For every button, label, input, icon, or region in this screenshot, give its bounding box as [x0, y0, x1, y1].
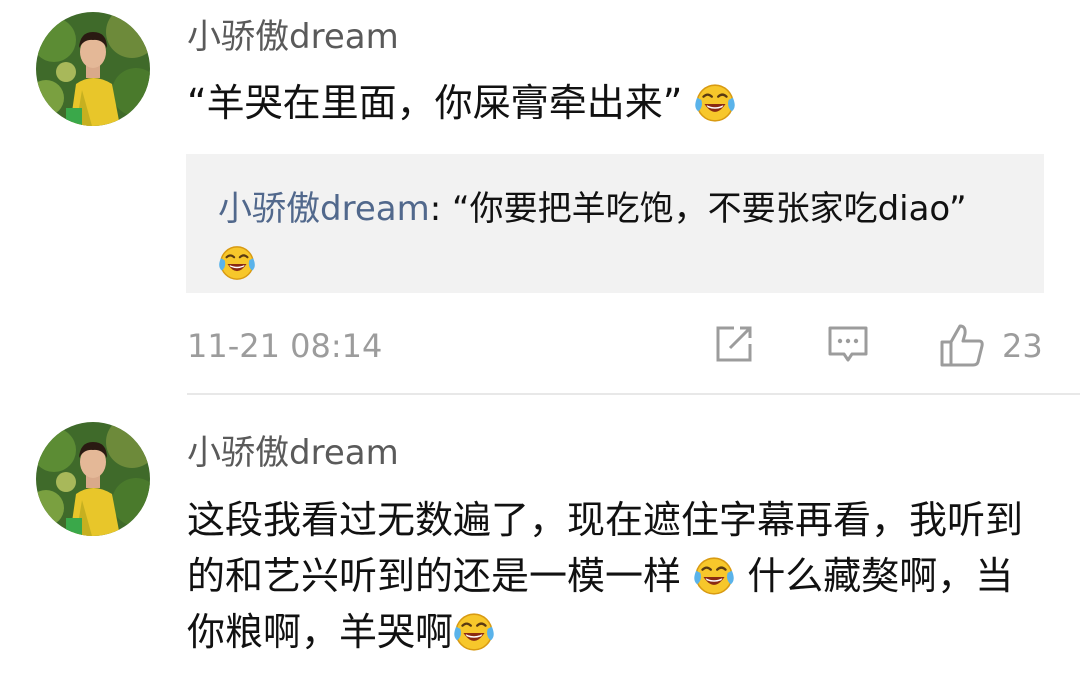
comment-meta: 11-21 08:14 23	[0, 320, 1080, 370]
reply-content: “你要把羊吃饱，不要张家吃diao”	[451, 189, 967, 229]
comment-item-1: 小骄傲dream “羊哭在里面，你屎膏牵出来” 小骄傲dream: “你要把羊吃…	[0, 0, 1080, 393]
comment-item-2: 小骄傲dream 这段我看过无数遍了，现在遮住字幕再看，我听到的和艺兴听到的还是…	[0, 396, 1080, 691]
comment-text: “羊哭在里面，你屎膏牵出来”	[187, 78, 736, 128]
reply-preview[interactable]: 小骄傲dream: “你要把羊吃饱，不要张家吃diao”	[186, 154, 1044, 293]
reply-text: 小骄傲dream: “你要把羊吃饱，不要张家吃diao”	[218, 182, 978, 292]
divider	[187, 393, 1080, 395]
thumbs-up-icon[interactable]	[938, 322, 986, 368]
reply-username[interactable]: 小骄傲dream	[218, 189, 430, 229]
avatar[interactable]	[36, 422, 150, 536]
laughing-tears-emoji-icon	[218, 244, 256, 282]
laughing-tears-emoji-icon	[693, 555, 735, 597]
comment-icon[interactable]	[826, 322, 870, 366]
comment-text-content: “羊哭在里面，你屎膏牵出来”	[187, 81, 683, 125]
laughing-tears-emoji-icon	[453, 611, 495, 653]
timestamp: 11-21 08:14	[187, 327, 383, 365]
laughing-tears-emoji-icon	[694, 82, 736, 124]
reply-separator: :	[429, 189, 452, 229]
like-count: 23	[1002, 327, 1043, 365]
share-icon[interactable]	[712, 322, 756, 366]
comment-username[interactable]: 小骄傲dream	[187, 17, 399, 57]
avatar[interactable]	[36, 12, 150, 126]
comment-text: 这段我看过无数遍了，现在遮住字幕再看，我听到的和艺兴听到的还是一模一样 什么藏獒…	[187, 492, 1047, 660]
comment-username[interactable]: 小骄傲dream	[187, 433, 399, 473]
